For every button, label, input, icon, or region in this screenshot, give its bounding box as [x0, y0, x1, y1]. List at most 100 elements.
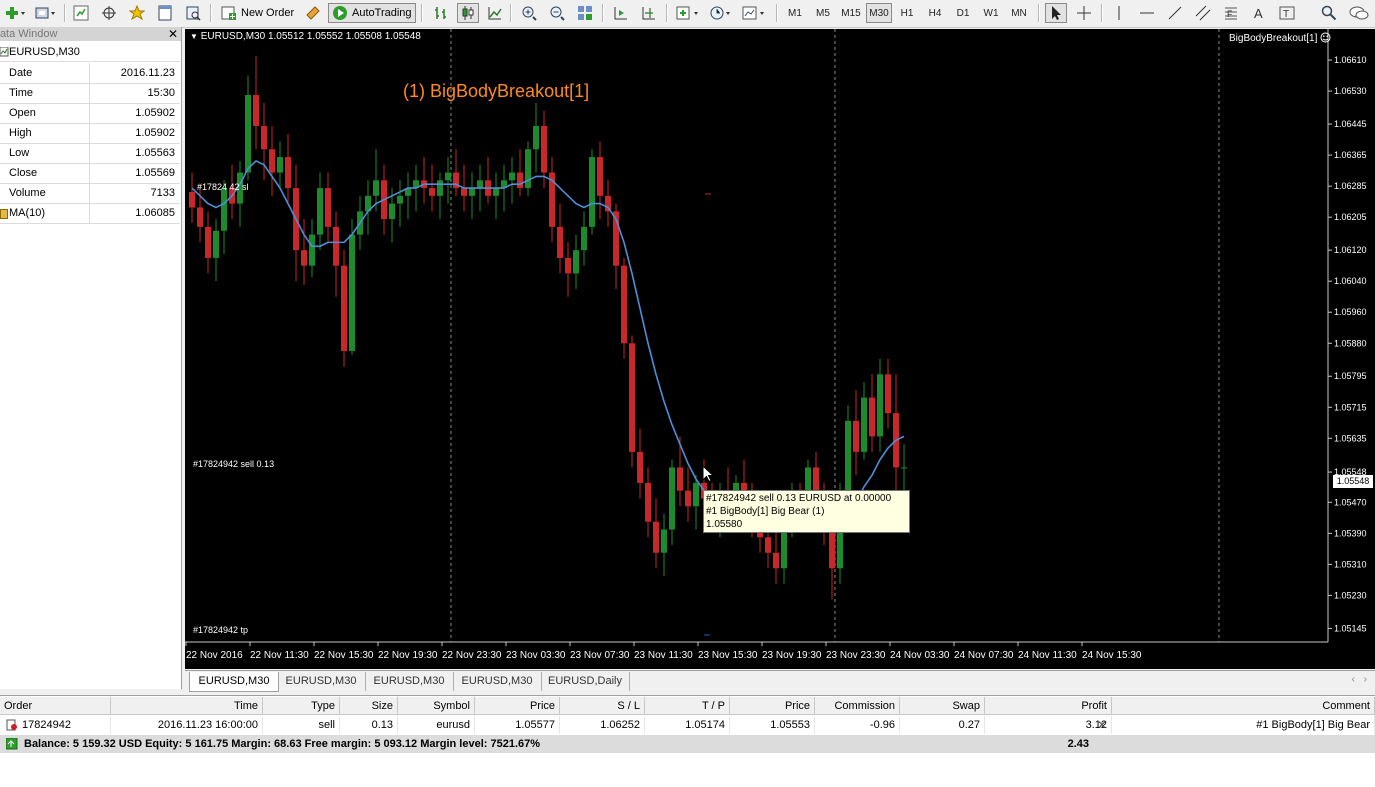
timeframe-d1-button[interactable]: D1 — [950, 3, 976, 23]
balance-icon — [6, 738, 18, 750]
total-profit: 2.43 — [1067, 738, 1089, 750]
candlestick-chart-button[interactable] — [457, 3, 479, 23]
equidistant-channel-button[interactable] — [1192, 3, 1214, 23]
data-window-row: Open 1.05902 — [0, 103, 180, 124]
column-header[interactable]: Symbol — [398, 697, 475, 715]
timeframe-m1-button[interactable]: M1 — [782, 3, 808, 23]
y-tick-label: 1.06530 — [1334, 86, 1367, 96]
timeframe-m15-button[interactable]: M15 — [838, 3, 864, 23]
candle-body — [877, 374, 883, 437]
tooltip-line-1: #17824942 sell 0.13 EURUSD at 0.00000 — [706, 493, 892, 504]
autotrading-button[interactable]: AutoTrading — [328, 3, 416, 23]
candle-body — [845, 420, 851, 491]
indicators-button[interactable] — [672, 3, 706, 23]
tab-chart[interactable]: EURUSD,M30 — [277, 672, 366, 691]
tab-chart[interactable]: EURUSD,M30 — [189, 672, 279, 692]
y-tick-label: 1.05715 — [1334, 402, 1367, 412]
text-tool-button[interactable]: A — [1248, 3, 1270, 23]
vertical-line-button[interactable] — [1108, 3, 1130, 23]
bar-chart-button[interactable] — [430, 3, 452, 23]
x-tick-label: 23 Nov 15:30 — [698, 650, 758, 661]
fibonacci-button[interactable]: F — [1220, 3, 1242, 23]
periods-button[interactable] — [706, 3, 738, 23]
column-header[interactable]: Commission — [815, 697, 900, 715]
data-window-row: Date 2016.11.23 — [0, 63, 180, 84]
price-chart[interactable]: 1.06610 1.06530 1.06445 1.06365 1.06285 1.062… — [185, 29, 1375, 669]
crosshair-tool-button[interactable] — [1073, 3, 1095, 23]
text-label-button[interactable]: T — [1276, 3, 1298, 23]
column-header[interactable]: Swap — [900, 697, 985, 715]
chart-shift-button[interactable] — [638, 3, 660, 23]
strategy-tester-button[interactable] — [182, 3, 204, 23]
market-watch-button[interactable] — [70, 3, 92, 23]
column-header[interactable]: S / L — [560, 697, 645, 715]
navigator-button[interactable] — [98, 3, 120, 23]
zoom-out-button[interactable] — [546, 3, 568, 23]
close-order-icon[interactable]: ✕ — [1097, 716, 1107, 734]
candle-body — [333, 226, 339, 266]
column-header[interactable]: Size — [340, 697, 398, 715]
meta-editor-button[interactable] — [302, 3, 324, 23]
close-icon[interactable]: ✕ — [168, 27, 178, 41]
column-header[interactable]: Price — [730, 697, 815, 715]
timeframe-m30-button[interactable]: M30 — [866, 3, 892, 23]
zoom-in-button[interactable] — [518, 3, 540, 23]
candle-body — [621, 265, 627, 344]
timeframe-h1-button[interactable]: H1 — [894, 3, 920, 23]
text-label-icon: T — [1279, 6, 1295, 20]
candle-body — [477, 180, 483, 189]
tab-chart[interactable]: EURUSD,Daily — [541, 672, 630, 691]
templates-button[interactable] — [739, 3, 771, 23]
column-header[interactable]: T / P — [645, 697, 730, 715]
clock-icon — [710, 6, 730, 20]
column-header[interactable]: Comment — [1112, 697, 1375, 715]
cursor-tool-button[interactable] — [1045, 3, 1067, 23]
chart-canvas[interactable]: 1.06610 1.06530 1.06445 1.06365 1.06285 1.062… — [185, 29, 1375, 669]
tile-windows-button[interactable] — [574, 3, 596, 23]
new-chart-button[interactable] — [2, 3, 30, 23]
candle-body — [901, 467, 907, 469]
tab-chart[interactable]: EURUSD,M30 — [453, 672, 542, 691]
favorites-button[interactable] — [126, 3, 148, 23]
current-price-marker: 1.05548 — [1333, 475, 1373, 488]
column-header[interactable]: Order — [0, 697, 111, 715]
timeframe-h4-button[interactable]: H4 — [922, 3, 948, 23]
candle-body — [773, 552, 779, 569]
ea-label: (1) BigBodyBreakout[1] — [403, 81, 590, 101]
order-cell-time: 2016.11.23 16:00:00 — [111, 716, 263, 734]
column-header[interactable]: Time — [111, 697, 263, 715]
timeframe-m5-button[interactable]: M5 — [810, 3, 836, 23]
chat-button[interactable] — [1346, 3, 1372, 23]
line-chart-button[interactable] — [484, 3, 506, 23]
zoom-out-icon — [550, 6, 565, 21]
column-header[interactable]: Type — [263, 697, 340, 715]
candle-body — [581, 226, 587, 251]
profiles-button[interactable] — [32, 3, 60, 23]
tab-scroll-left-icon[interactable]: ‹ — [1352, 674, 1355, 685]
trendline-button[interactable] — [1164, 3, 1186, 23]
timeframe-mn-button[interactable]: MN — [1006, 3, 1032, 23]
order-cell-symbol: eurusd — [398, 716, 475, 734]
candle-body — [533, 125, 539, 150]
candle-body — [205, 226, 211, 258]
text-icon: A — [1254, 6, 1263, 21]
tab-scroll-right-icon[interactable]: › — [1364, 674, 1367, 685]
terminal-button[interactable] — [154, 3, 176, 23]
column-header[interactable]: Profit — [985, 697, 1112, 715]
horizontal-line-button[interactable] — [1136, 3, 1158, 23]
y-tick-label: 1.06365 — [1334, 150, 1367, 160]
search-button[interactable] — [1318, 3, 1340, 23]
auto-scroll-button[interactable] — [610, 3, 632, 23]
window-icon — [158, 5, 172, 21]
column-header[interactable]: Price — [475, 697, 560, 715]
cursor-arrow-icon — [1052, 6, 1061, 20]
candle-body — [765, 537, 771, 553]
trendline-icon — [1168, 6, 1182, 20]
order-cell-current-price: 1.05553 — [730, 716, 815, 734]
y-tick-label: 1.06445 — [1334, 119, 1367, 129]
tab-chart[interactable]: EURUSD,M30 — [365, 672, 454, 691]
zoom-in-icon — [522, 6, 537, 21]
data-window-titlebar: Data Window ✕ — [0, 27, 181, 41]
timeframe-w1-button[interactable]: W1 — [978, 3, 1004, 23]
candle-body — [693, 482, 699, 507]
